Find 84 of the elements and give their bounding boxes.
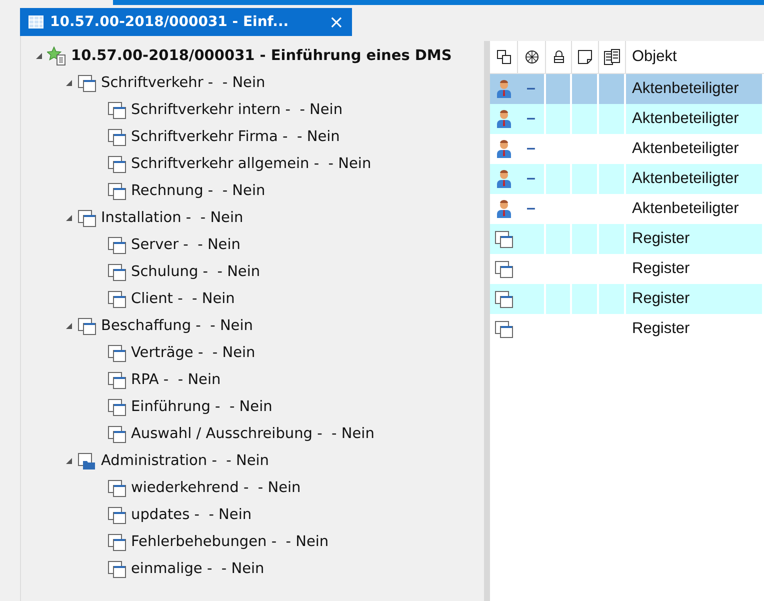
register-icon [494,319,514,339]
globe-icon [524,50,538,64]
status-mark: – [526,140,536,158]
lock-icon [552,50,564,64]
register-icon [107,478,127,498]
register-icon [107,396,127,416]
table-row[interactable]: Register [490,314,764,344]
register-icon [107,262,127,282]
tree-item[interactable]: updates - - Nein [131,506,252,522]
expander-icon[interactable] [35,52,43,60]
person-icon [496,140,512,158]
person-icon [496,170,512,188]
register-icon [107,504,127,524]
expander-icon[interactable] [65,214,73,222]
tree-item[interactable]: Auswahl / Ausschreibung - - Nein [131,426,374,442]
register-icon [107,370,127,390]
status-mark: – [526,200,536,218]
tree-item[interactable]: Rechnung - - Nein [131,182,266,198]
tree-item[interactable]: Schriftverkehr allgemein - - Nein [131,156,372,172]
register-icon [494,229,514,249]
table-icon [28,15,44,29]
tree-item[interactable]: Beschaffung - - Nein [101,318,253,334]
tree-item[interactable]: Verträge - - Nein [131,344,256,360]
tree-item[interactable]: Schulung - - Nein [131,264,260,280]
register-icon [107,424,127,444]
expander-icon[interactable] [65,322,73,330]
register-icon [107,234,127,254]
register-icon [77,316,97,336]
table-cell: Register [632,290,690,308]
expander-icon[interactable] [65,456,73,464]
tab-title: 10.57.00-2018/000031 - Einf... [50,14,290,30]
table-row[interactable]: Register [490,284,764,314]
tree-item[interactable]: Server - - Nein [131,236,240,252]
tree-item[interactable]: Schriftverkehr - - Nein [101,74,266,90]
star-document-icon [47,46,67,66]
table-row[interactable]: Register [490,224,764,254]
register-icon [107,532,127,552]
register-icon [77,208,97,228]
table-cell: Aktenbeteiligter [632,200,739,218]
register-icon [494,259,514,279]
tree-item[interactable]: Client - - Nein [131,290,235,306]
table-cell: Aktenbeteiligter [632,110,739,128]
table-row[interactable]: – Aktenbeteiligter [490,164,764,194]
status-mark: – [526,170,536,188]
table-cell: Aktenbeteiligter [632,140,739,158]
note-icon [578,50,592,64]
status-mark: – [526,110,536,128]
folder-icon [77,450,97,470]
register-icon [107,126,127,146]
tree-item[interactable]: Fehlerbehebungen - - Nein [131,534,329,550]
table-row[interactable]: – Aktenbeteiligter [490,104,764,134]
tree-item[interactable]: 10.57.00-2018/000031 - Einführung eines DMS [71,48,452,64]
register-icon [107,558,127,578]
table-row[interactable]: – Aktenbeteiligter [490,74,764,104]
tree-item[interactable]: Administration - - Nein [101,452,269,468]
register-icon [107,288,127,308]
register-icon [107,154,127,174]
register-icon [107,100,127,120]
person-icon [496,110,512,128]
table-cell: Register [632,320,690,338]
register-icon [494,289,514,309]
table-cell: Aktenbeteiligter [632,170,739,188]
tree-item[interactable]: wiederkehrend - - Nein [131,480,301,496]
documents-icon [604,49,620,65]
table-cell: Register [632,230,690,248]
tree-item[interactable]: RPA - - Nein [131,372,221,388]
status-mark: – [526,80,536,98]
person-icon [496,80,512,98]
register-icon [107,180,127,200]
document-tab[interactable]: 10.57.00-2018/000031 - Einf... × [20,8,352,36]
table-cell: Register [632,260,690,278]
tree-item[interactable]: Schriftverkehr intern - - Nein [131,102,343,118]
register-icon [107,342,127,362]
table-cell: Aktenbeteiligter [632,80,739,98]
expander-icon[interactable] [65,78,73,86]
column-header[interactable]: Objekt [626,41,764,73]
windows-icon [496,50,510,64]
tree-item[interactable]: Schriftverkehr Firma - - Nein [131,128,340,144]
register-icon [77,72,97,92]
tree-item[interactable]: Einführung - - Nein [131,398,272,414]
tree-item[interactable]: Installation - - Nein [101,210,244,226]
tree-item[interactable]: einmalige - - Nein [131,560,264,576]
person-icon [496,200,512,218]
close-icon[interactable]: × [328,12,344,32]
